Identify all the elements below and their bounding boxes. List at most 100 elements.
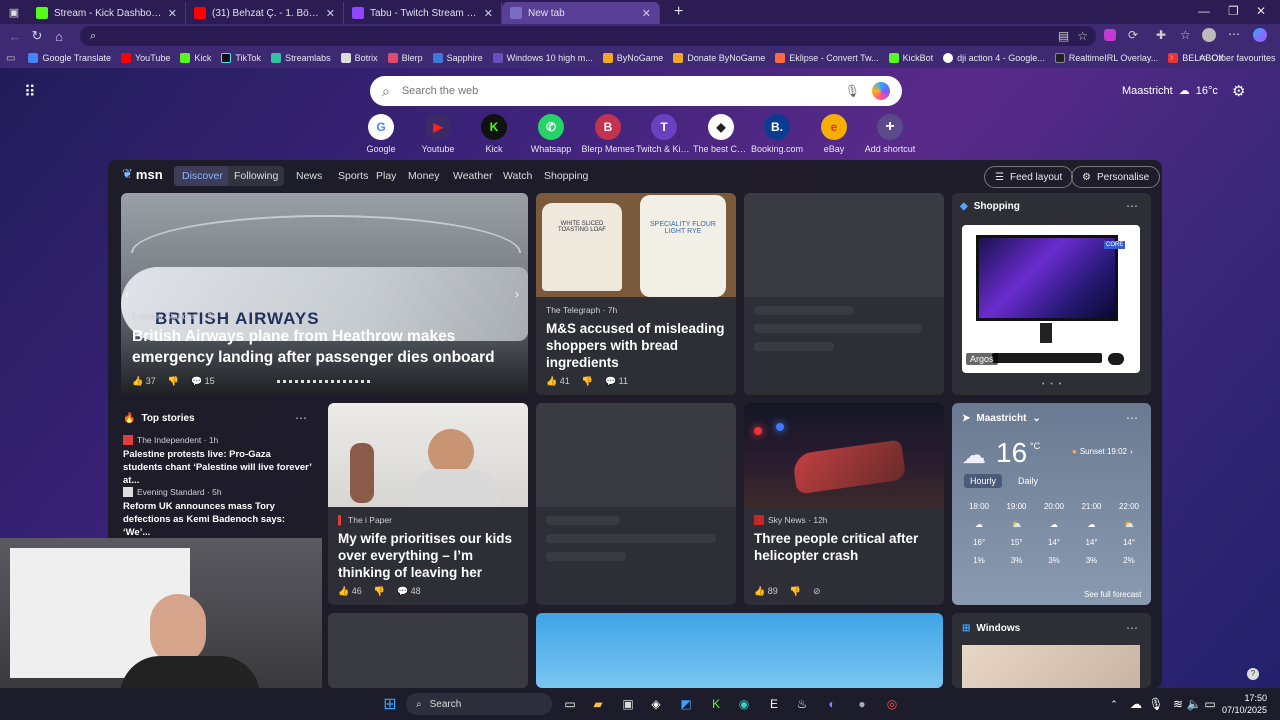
- more-options-icon[interactable]: ⋯: [295, 411, 307, 425]
- tab-money[interactable]: Money: [408, 170, 440, 182]
- ms-bread-card[interactable]: WHITE SLICED TOASTING LOAF SPECIALITY FL…: [536, 193, 736, 395]
- close-icon[interactable]: ✕: [484, 7, 493, 20]
- onedrive-icon[interactable]: ☁: [1126, 694, 1146, 714]
- tab-news[interactable]: News: [296, 170, 322, 182]
- feed-layout-button[interactable]: ☰ Feed layout: [984, 166, 1074, 188]
- store-icon[interactable]: ▣: [618, 694, 638, 714]
- sky-news-card[interactable]: Sky News · 12h Three people critical aft…: [744, 403, 944, 605]
- carousel-dots[interactable]: • • •: [1042, 381, 1063, 388]
- other-favourites[interactable]: ▭ Other favourites: [1194, 52, 1280, 63]
- chrome-icon[interactable]: ◎: [882, 694, 902, 714]
- like-button[interactable]: 👍 37: [132, 376, 156, 387]
- more-options-icon[interactable]: ⋯: [1126, 411, 1138, 425]
- web-search-box[interactable]: ⌕ 🎙: [370, 76, 902, 106]
- comment-button[interactable]: 💬 48: [397, 586, 421, 597]
- apps-grid-icon[interactable]: ⠿: [24, 82, 36, 102]
- chevron-right-icon[interactable]: ›: [1170, 52, 1173, 63]
- battery-icon[interactable]: ▭: [1200, 694, 1220, 714]
- tab-youtube[interactable]: (31) Behzat Ç. - 1. Bölüm HD - Yo ✕: [186, 2, 344, 24]
- tab-weather[interactable]: Weather: [453, 170, 493, 182]
- shortcut-youtube[interactable]: ▶ Youtube: [410, 114, 466, 154]
- shortcut-booking[interactable]: B. Booking.com: [749, 114, 805, 154]
- more-menu-icon[interactable]: ⋯: [1228, 27, 1240, 41]
- shortcut-ebay[interactable]: e eBay: [806, 114, 862, 154]
- bookmark-donate-bynogame[interactable]: Donate ByNoGame: [668, 53, 770, 63]
- bookmark-eklipse[interactable]: Eklipse - Convert Tw...: [770, 53, 883, 63]
- refresh-icon[interactable]: ↻: [26, 28, 48, 44]
- ipaper-card[interactable]: ▌ The i Paper My wife prioritises our kid…: [328, 403, 528, 605]
- close-icon[interactable]: ✕: [642, 7, 651, 20]
- sky-image-card[interactable]: [536, 613, 943, 688]
- carousel-dots[interactable]: [277, 380, 373, 383]
- product-image[interactable]: CORE Argos: [962, 225, 1140, 373]
- bookmark-kick[interactable]: Kick: [175, 53, 216, 63]
- hero-card[interactable]: BRITISH AIRWAYS ‹ › Evening Standard · 3…: [121, 193, 528, 395]
- extension-icon[interactable]: ⟳: [1128, 28, 1138, 42]
- read-aloud-icon[interactable]: ▤: [1058, 29, 1069, 43]
- bookmark-blerp[interactable]: Blerp: [383, 53, 428, 63]
- sky-headline[interactable]: Three people critical after helicopter c…: [754, 530, 938, 564]
- bookmark-sapphire[interactable]: Sapphire: [428, 53, 488, 63]
- like-button[interactable]: 👍 89: [754, 586, 778, 597]
- tab-sports[interactable]: Sports: [338, 170, 368, 182]
- tab-discover[interactable]: Discover: [174, 166, 231, 186]
- shopping-card[interactable]: ◆ Shopping ⋯ CORE Argos • • •: [952, 193, 1151, 395]
- shortcut-blerp[interactable]: B Blerp Memes: [580, 114, 636, 154]
- tab-shopping[interactable]: Shopping: [544, 170, 588, 182]
- twitch-extension-icon[interactable]: [1104, 29, 1116, 41]
- chevron-up-icon[interactable]: ⌃: [1104, 694, 1124, 714]
- ipaper-headline[interactable]: My wife prioritises our kids over everyt…: [338, 530, 522, 581]
- mic-icon[interactable]: 🎙: [1146, 694, 1166, 714]
- bookmark-botrix[interactable]: Botrix: [336, 53, 383, 63]
- tab-play[interactable]: Play: [376, 170, 396, 182]
- tab-new-tab[interactable]: New tab ✕: [502, 2, 660, 24]
- app-icon[interactable]: ◈: [646, 694, 666, 714]
- bookmark-dji[interactable]: dji action 4 - Google...: [938, 53, 1050, 63]
- settings-gear-icon[interactable]: ⚙: [1232, 82, 1245, 100]
- weather-widget-top[interactable]: Maastricht ☁ 16°c: [1122, 84, 1218, 98]
- like-button[interactable]: 👍 46: [338, 586, 362, 597]
- close-icon[interactable]: ✕: [326, 7, 335, 20]
- carousel-next-icon[interactable]: ›: [515, 287, 519, 301]
- web-search-input[interactable]: [401, 85, 833, 97]
- bookmark-youtube[interactable]: YouTube: [116, 53, 175, 63]
- bookmark-windows10[interactable]: Windows 10 high m...: [488, 53, 598, 63]
- windows-card[interactable]: ⊞ Windows ⋯: [952, 613, 1151, 688]
- tab-daily[interactable]: Daily: [1012, 474, 1044, 488]
- shortcut-google[interactable]: G Google: [353, 114, 409, 154]
- bookmark-kickbot[interactable]: KickBot: [884, 53, 939, 63]
- see-full-forecast-link[interactable]: See full forecast: [1084, 590, 1141, 599]
- reading-list-icon[interactable]: ▭: [6, 53, 15, 64]
- epic-games-icon[interactable]: E: [764, 694, 784, 714]
- comments-off-icon[interactable]: ⊘: [813, 586, 821, 597]
- clock[interactable]: 17:50 07/10/2025: [1222, 692, 1267, 716]
- more-options-icon[interactable]: ⋯: [1126, 621, 1138, 635]
- task-view-icon[interactable]: ▭: [560, 694, 580, 714]
- bookmark-streamlabs[interactable]: Streamlabs: [266, 53, 336, 63]
- obs-icon[interactable]: ●: [852, 694, 872, 714]
- address-bar[interactable]: ⌕ ▤ ☆: [80, 26, 1096, 46]
- edge-icon[interactable]: ◉: [734, 694, 754, 714]
- dislike-icon[interactable]: 👎: [790, 586, 801, 597]
- dislike-icon[interactable]: 👎: [582, 376, 593, 387]
- more-options-icon[interactable]: ⋯: [1126, 199, 1138, 213]
- shortcut-whatsapp[interactable]: ✆ Whatsapp: [523, 114, 579, 154]
- weather-location[interactable]: ➤ Maastricht ⌄: [962, 413, 1041, 424]
- sunset-info[interactable]: ● Sunset 19:02 ›: [1072, 447, 1133, 456]
- discord-icon[interactable]: ◐: [822, 694, 842, 714]
- shortcut-kick[interactable]: K Kick: [466, 114, 522, 154]
- editor-icon[interactable]: ◩: [676, 694, 696, 714]
- bookmark-realtimeirl[interactable]: RealtimeIRL Overlay...: [1050, 53, 1164, 63]
- close-icon[interactable]: ✕: [168, 7, 177, 20]
- favorites-icon[interactable]: ☆: [1180, 28, 1191, 42]
- address-input[interactable]: [104, 30, 985, 42]
- taskbar-search[interactable]: ⌕ Search: [406, 693, 552, 715]
- tab-kick-dashboard[interactable]: Stream - Kick Dashboard ✕: [28, 2, 186, 24]
- top-story-item[interactable]: Evening Standard · 5h Reform UK announce…: [123, 487, 313, 539]
- ms-headline[interactable]: M&S accused of misleading shoppers with …: [546, 320, 728, 371]
- avatar[interactable]: [1202, 28, 1216, 42]
- minimize-icon[interactable]: —: [1198, 4, 1210, 18]
- copilot-icon[interactable]: [1253, 28, 1267, 42]
- dislike-icon[interactable]: 👎: [374, 586, 385, 597]
- tab-actions-icon[interactable]: ▣: [0, 6, 28, 19]
